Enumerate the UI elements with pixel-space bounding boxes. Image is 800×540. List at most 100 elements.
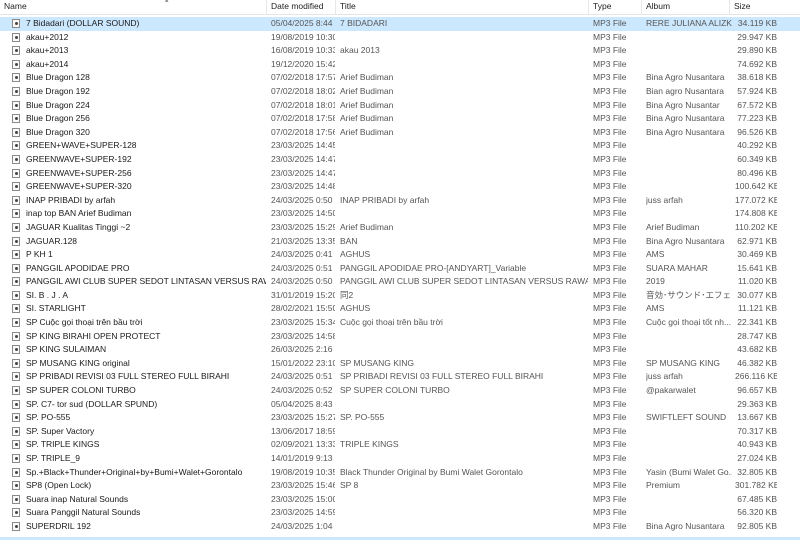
file-album: Bina Agro Nusantara: [646, 113, 725, 124]
file-date-modified: 14/01/2019 9:13: [271, 453, 333, 463]
file-row[interactable]: Blue Dragon 192 07/02/2018 18:02 Arief Bud…: [0, 85, 800, 99]
file-type: MP3 File: [593, 371, 627, 382]
mp3-file-icon: [12, 195, 20, 205]
file-row[interactable]: Blue Dragon 320 07/02/2018 17:56 Arief Bud…: [0, 126, 800, 140]
file-row[interactable]: PANGGIL AWI CLUB SUPER SEDOT LINTASAN VE…: [0, 275, 800, 289]
mp3-file-icon: [12, 263, 20, 273]
file-size: 92.805 KB: [737, 520, 777, 531]
file-row[interactable]: SP KING SULAIMAN 26/03/2025 2:16 MP3 File 4…: [0, 343, 800, 357]
file-row[interactable]: SP8 (Open Lock) 23/03/2025 15:46 SP 8 MP3 F…: [0, 479, 800, 493]
file-type: MP3 File: [593, 412, 627, 423]
file-row[interactable]: Blue Dragon 224 07/02/2018 18:01 Arief Bud…: [0, 99, 800, 113]
file-title: BAN: [340, 235, 358, 246]
file-row[interactable]: P KH 1 24/03/2025 0:41 AGHUS MP3 File AMS 30.…: [0, 248, 800, 262]
mp3-file-icon: [12, 467, 20, 477]
file-size: 32.805 KB: [737, 466, 777, 477]
file-type: MP3 File: [593, 18, 627, 28]
mp3-file-icon: [12, 209, 20, 219]
file-size: 100.642 KB: [735, 181, 777, 192]
file-name: GREEN+WAVE+SUPER-128: [26, 140, 137, 151]
file-row[interactable]: PANGGIL APODIDAE PRO 24/03/2025 0:51 PANGG…: [0, 262, 800, 276]
file-name: SP. C7- tor sud (DOLLAR SPUND): [26, 398, 158, 409]
file-type: MP3 File: [593, 126, 627, 137]
file-date-modified: 23/03/2025 14:48: [271, 181, 335, 192]
file-row[interactable]: SP MUSANG KING original 15/01/2022 23:10 S…: [0, 357, 800, 371]
mp3-file-icon: [12, 318, 20, 328]
file-name: Suara inap Natural Sounds: [26, 493, 129, 504]
file-row[interactable]: INAP PRIBADI by arfah 24/03/2025 0:50 INAP…: [0, 194, 800, 208]
file-row[interactable]: akau+2013 16/08/2019 10:33 akau 2013 MP3 Fi…: [0, 44, 800, 58]
mp3-file-icon: [12, 304, 20, 314]
file-row[interactable]: Suara Panggil Natural Sounds 23/03/2025 1…: [0, 506, 800, 520]
file-type: MP3 File: [593, 72, 627, 83]
file-row[interactable]: 7 Bidadari (DOLLAR SOUND) 05/04/2025 8:44…: [0, 17, 800, 31]
file-type: MP3 File: [593, 99, 627, 110]
file-row[interactable]: SP. TRIPLE_9 14/01/2019 9:13 MP3 File 27.02…: [0, 452, 800, 466]
file-date-modified: 19/12/2020 15:42: [271, 58, 335, 69]
file-row[interactable]: SI. B . J . A 31/01/2019 15:20 同2 MP3 File 音…: [0, 289, 800, 303]
file-date-modified: 23/03/2025 14:59: [271, 507, 335, 518]
file-row[interactable]: Sp.+Black+Thunder+Original+by+Bumi+Walet…: [0, 466, 800, 480]
file-type: MP3 File: [593, 507, 627, 518]
file-row[interactable]: SI. STARLIGHT 28/02/2021 15:50 AGHUS MP3 Fi…: [0, 302, 800, 316]
file-row[interactable]: JAGUAR.128 21/03/2025 13:35 BAN MP3 File Bin…: [0, 235, 800, 249]
file-date-modified: 07/02/2018 17:56: [271, 126, 335, 137]
column-header-type[interactable]: Type: [589, 0, 642, 14]
file-row[interactable]: GREEN+WAVE+SUPER-128 23/03/2025 14:45 MP3 …: [0, 139, 800, 153]
file-album: AMS: [646, 249, 665, 260]
file-title: Arief Budiman: [340, 126, 394, 137]
file-row[interactable]: SUPERDRIL 192 24/03/2025 1:04 MP3 File Bina…: [0, 520, 800, 534]
file-name: SP. Super Vactory: [26, 425, 95, 436]
column-header-title[interactable]: Title: [336, 0, 589, 14]
file-row[interactable]: SP Cuộc gọi thoại trên bầu trời 23/03/202…: [0, 316, 800, 330]
file-date-modified: 23/03/2025 15:34: [271, 317, 335, 328]
file-row[interactable]: akau+2012 19/08/2019 10:30 MP3 File 29.947 …: [0, 31, 800, 45]
file-row[interactable]: SP. PO-555 23/03/2025 15:27 SP. PO-555 MP3 …: [0, 411, 800, 425]
file-row[interactable]: GREENWAVE+SUPER-192 23/03/2025 14:47 MP3 F…: [0, 153, 800, 167]
file-title: akau 2013: [340, 45, 380, 56]
file-row[interactable]: JAGUAR Kualitas Tinggi ~2 23/03/2025 15:2…: [0, 221, 800, 235]
file-name: SUPERDRIL 192: [26, 520, 91, 531]
mp3-file-icon: [12, 100, 20, 110]
file-row[interactable]: Suara inap Natural Sounds 23/03/2025 15:0…: [0, 493, 800, 507]
file-name: SP8 (Open Lock): [26, 480, 92, 491]
file-row[interactable]: Blue Dragon 128 07/02/2018 17:57 Arief Bud…: [0, 71, 800, 85]
file-row[interactable]: SP. C7- tor sud (DOLLAR SPUND) 05/04/2025…: [0, 398, 800, 412]
file-type: MP3 File: [593, 153, 627, 164]
file-row[interactable]: akau+2014 19/12/2020 15:42 MP3 File 74.692 …: [0, 58, 800, 72]
file-title: Arief Budiman: [340, 221, 394, 232]
file-row[interactable]: SP SUPER COLONI TURBO 24/03/2025 0:52 SP S…: [0, 384, 800, 398]
file-size: 22.341 KB: [737, 317, 777, 328]
file-date-modified: 19/08/2019 10:35: [271, 466, 335, 477]
file-row[interactable]: Blue Dragon 256 07/02/2018 17:58 Arief Bud…: [0, 112, 800, 126]
file-type: MP3 File: [593, 480, 627, 491]
file-title: SP SUPER COLONI TURBO: [340, 385, 450, 396]
file-name: SP. TRIPLE_9: [26, 453, 81, 463]
file-name: Blue Dragon 224: [26, 99, 90, 110]
file-type: MP3 File: [593, 194, 627, 205]
file-name: SP Cuộc gọi thoại trên bầu trời: [26, 317, 143, 328]
file-name: SI. STARLIGHT: [26, 303, 86, 314]
file-date-modified: 23/03/2025 15:27: [271, 412, 335, 423]
file-row[interactable]: SP PRIBADI REVISI 03 FULL STEREO FULL BI…: [0, 370, 800, 384]
file-row[interactable]: SP KING BIRAHI OPEN PROTECT 23/03/2025 14…: [0, 330, 800, 344]
mp3-file-icon: [12, 73, 20, 83]
file-size: 77.223 KB: [737, 113, 777, 124]
column-header-size[interactable]: Size: [730, 0, 780, 14]
column-header-album[interactable]: Album: [642, 0, 730, 14]
mp3-file-icon: [12, 222, 20, 232]
file-row[interactable]: SP. TRIPLE KINGS 02/09/2021 13:33 TRIPLE K…: [0, 438, 800, 452]
column-header-name[interactable]: Name ▴: [0, 0, 267, 14]
file-date-modified: 16/08/2019 10:33: [271, 45, 335, 56]
file-row[interactable]: inap top BAN Arief Budiman 23/03/2025 14:…: [0, 207, 800, 221]
file-type: MP3 File: [593, 58, 627, 69]
file-album: Bina Agro Nusantara: [646, 235, 725, 246]
column-header-album-label: Album: [646, 1, 671, 11]
file-row[interactable]: GREENWAVE+SUPER-320 23/03/2025 14:48 MP3 F…: [0, 180, 800, 194]
mp3-file-icon: [12, 331, 20, 341]
file-row[interactable]: GREENWAVE+SUPER-256 23/03/2025 14:47 MP3 F…: [0, 167, 800, 181]
file-name: Sp.+Black+Thunder+Original+by+Bumi+Walet…: [26, 466, 243, 477]
file-row[interactable]: SP. Super Vactory 13/06/2017 18:59 MP3 Fil…: [0, 425, 800, 439]
column-header-date-modified[interactable]: Date modified: [267, 0, 336, 14]
file-title: Arief Budiman: [340, 85, 394, 96]
